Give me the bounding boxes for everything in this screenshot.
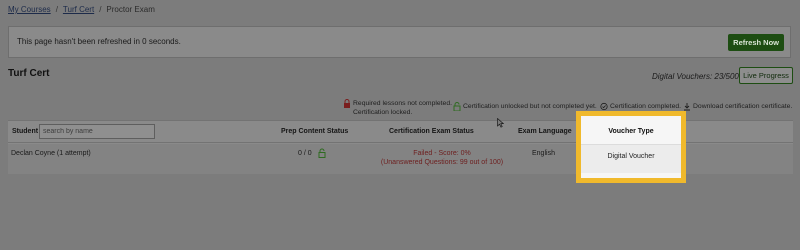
lock-icon (343, 99, 351, 108)
breadcrumb-current-page: Proctor Exam (106, 5, 155, 14)
live-progress-button[interactable]: Live Progress (739, 67, 793, 84)
unlock-icon (453, 102, 461, 112)
breadcrumb-separator: / (99, 5, 102, 14)
header-student: Student (12, 128, 39, 135)
digital-vouchers-count: Digital Vouchers: 23/500 (652, 72, 739, 81)
certification-exam-status: Failed - Score: 0% (Unanswered Questions… (356, 149, 528, 167)
refresh-message: This page hasn't been refreshed in 0 sec… (17, 37, 181, 46)
header-prep-content-status[interactable]: Prep Content Status (281, 128, 348, 135)
legend-locked: Required lessons not completed. Certific… (343, 99, 452, 117)
breadcrumb-turf-cert[interactable]: Turf Cert (63, 5, 94, 14)
legend-download-text: Download certification certificate. (693, 103, 793, 110)
legend-locked-text: Certification locked. (353, 109, 413, 116)
voucher-type-value: Digital Voucher (607, 153, 655, 160)
legend-unlocked: Certification unlocked but not completed… (453, 102, 597, 112)
exam-language-value: English (532, 150, 555, 157)
breadcrumb-separator: / (55, 5, 58, 14)
open-lock-icon[interactable] (318, 148, 326, 160)
legend-completed: Certification completed. (600, 102, 681, 111)
legend-download: Download certification certificate. (683, 102, 792, 111)
prep-status-value: 0 / 0 (298, 150, 312, 157)
course-title: Turf Cert (8, 68, 50, 79)
legend-required-text: Required lessons not completed. (353, 100, 452, 107)
header-exam-language[interactable]: Exam Language (518, 128, 572, 135)
student-search-input[interactable] (39, 124, 155, 139)
legend-unlocked-text: Certification unlocked but not completed… (463, 103, 597, 110)
voucher-type-highlight: Voucher Type Digital Voucher (576, 111, 686, 183)
download-icon (683, 102, 691, 111)
student-name[interactable]: Declan Coyne (1 attempt) (11, 150, 91, 157)
refresh-notice: This page hasn't been refreshed in 0 sec… (8, 26, 791, 58)
exam-unanswered-questions: (Unanswered Questions: 99 out of 100) (380, 159, 504, 166)
header-certification-exam-status[interactable]: Certification Exam Status (389, 128, 474, 135)
refresh-now-button[interactable]: Refresh Now (728, 34, 784, 51)
exam-failed-score: Failed - Score: 0% (413, 150, 471, 157)
legend-completed-text: Certification completed. (610, 103, 682, 110)
header-voucher-type[interactable]: Voucher Type (581, 128, 681, 135)
breadcrumb: My Courses / Turf Cert / Proctor Exam (8, 5, 155, 14)
breadcrumb-my-courses[interactable]: My Courses (8, 5, 51, 14)
mouse-cursor-icon (497, 117, 505, 130)
check-circle-icon (600, 102, 608, 111)
